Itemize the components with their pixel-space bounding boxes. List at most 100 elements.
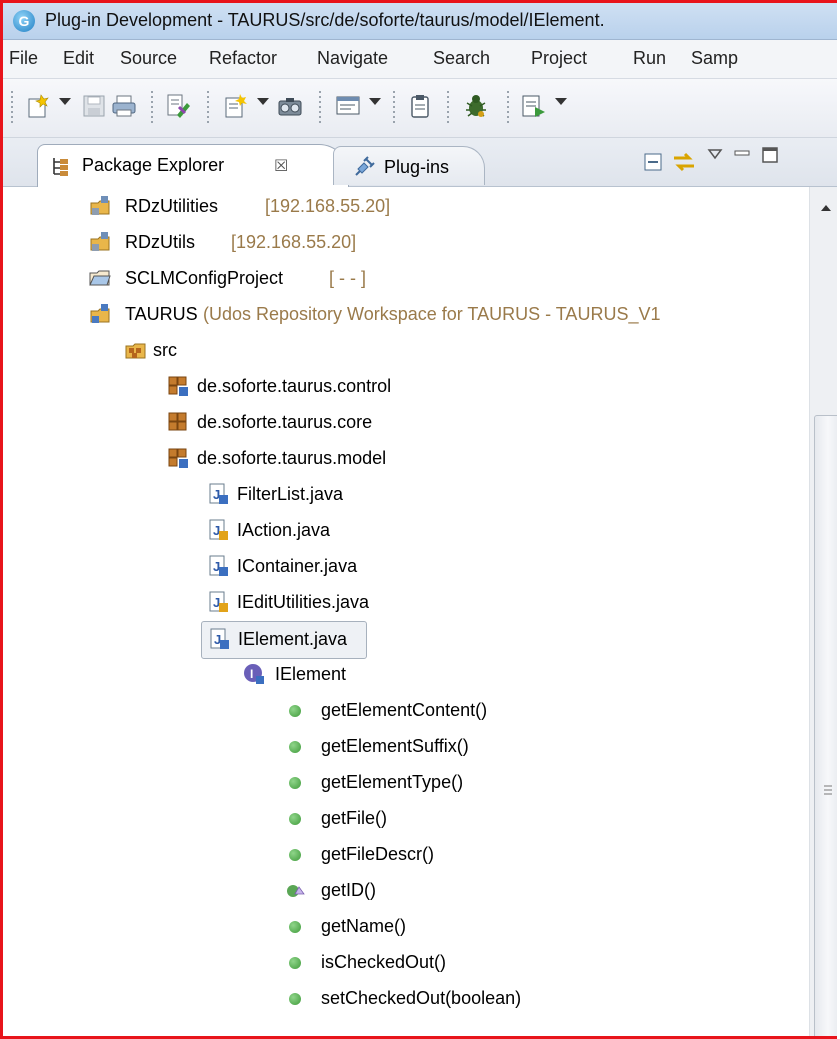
new-java-icon[interactable]: [223, 93, 249, 119]
tree-item-label: IAction.java: [237, 520, 331, 540]
maximize-icon[interactable]: [761, 146, 779, 164]
scrollbar-thumb[interactable]: [814, 415, 837, 1036]
minimize-icon[interactable]: [733, 148, 751, 158]
tree-item-method[interactable]: getElementSuffix(): [283, 729, 683, 765]
tree-item-method[interactable]: getFile(): [283, 801, 683, 837]
screenshot-frame: G Plug-in Development - TAURUS/src/de/so…: [0, 0, 837, 1039]
toolbar-separator: [151, 91, 153, 123]
toolbar-separator: [447, 91, 449, 123]
tree-item-label: getFileDescr(): [321, 844, 435, 864]
tree-item-method[interactable]: isCheckedOut(): [283, 945, 683, 981]
tree-item-method[interactable]: getFileDescr(): [283, 837, 683, 873]
svg-text:I: I: [250, 667, 253, 681]
tree-item-label: de.soforte.taurus.core: [197, 412, 373, 432]
tree-item-label: IContainer.java: [237, 556, 358, 576]
camera-icon[interactable]: [277, 93, 303, 119]
toolbar-separator: [207, 91, 209, 123]
tree-item-label: RDzUtilities: [125, 196, 219, 216]
bug-icon[interactable]: [463, 93, 489, 119]
tree-item-icontainer[interactable]: J IContainer.java: [203, 549, 503, 585]
menu-source[interactable]: Source: [120, 48, 177, 69]
print-icon[interactable]: [111, 93, 137, 119]
console-icon[interactable]: [335, 93, 361, 119]
tree-item-label: getElementContent(): [321, 700, 488, 720]
tab-package-explorer-label: Package Explorer: [82, 155, 225, 175]
new-java-dropdown-arrow[interactable]: [257, 98, 269, 105]
java-file-icon: J: [209, 519, 228, 540]
tree-item-rdzutils[interactable]: RDzUtils [192.168.55.20]: [83, 225, 783, 261]
menu-navigate[interactable]: Navigate: [317, 48, 388, 69]
tree-item-iaction[interactable]: J IAction.java: [203, 513, 503, 549]
source-folder-icon: [125, 343, 146, 359]
collapse-all-icon[interactable]: [643, 152, 663, 172]
tree-item-label: IEditUtilities.java: [237, 592, 370, 612]
menu-samples[interactable]: Samp: [691, 48, 738, 69]
menu-run[interactable]: Run: [633, 48, 666, 69]
eclipse-app-icon: G: [13, 10, 35, 32]
tree-item-package-model[interactable]: de.soforte.taurus.model: [163, 441, 663, 477]
vertical-scrollbar[interactable]: [809, 187, 837, 1036]
tree-item-decoration: (Udos Repository Workspace for TAURUS - …: [203, 304, 661, 324]
link-with-editor-icon[interactable]: [671, 150, 697, 174]
menu-search[interactable]: Search: [433, 48, 490, 69]
new-dropdown-arrow[interactable]: [59, 98, 71, 105]
tree-item-decoration: [192.168.55.20]: [231, 232, 357, 252]
tree-item-src[interactable]: src: [119, 333, 419, 369]
tree-item-label: getElementSuffix(): [321, 736, 469, 756]
tree-item-ielement-interface[interactable]: I IElement: [241, 657, 541, 693]
menu-refactor[interactable]: Refactor: [209, 48, 277, 69]
scroll-up-icon[interactable]: [819, 203, 833, 213]
tree-item-ielement-java[interactable]: J IElement.java: [201, 621, 367, 659]
menu-edit[interactable]: Edit: [63, 48, 94, 69]
title-bar: G Plug-in Development - TAURUS/src/de/so…: [3, 3, 837, 40]
toolbar-separator: [319, 91, 321, 123]
console-dropdown-arrow[interactable]: [369, 98, 381, 105]
tree-item-method[interactable]: getElementType(): [283, 765, 683, 801]
tree-item-label: IElement.java: [238, 629, 348, 649]
tree-item-method[interactable]: setCheckedOut(boolean): [283, 981, 683, 1017]
plug-ins-icon: [355, 156, 375, 176]
marker-icon[interactable]: [165, 93, 191, 119]
main-toolbar: [3, 79, 837, 138]
view-menu-icon[interactable]: [707, 148, 723, 160]
tab-plug-ins-label: Plug-ins: [384, 157, 450, 177]
tree-item-iedit-utilities[interactable]: J IEditUtilities.java: [203, 585, 503, 621]
external-tools-icon[interactable]: [521, 93, 547, 119]
interface-icon: I: [244, 664, 264, 684]
tree-item-label: IElement: [275, 664, 347, 684]
tree-item-taurus[interactable]: TAURUS (Udos Repository Workspace for TA…: [83, 297, 809, 333]
tree-item-filterlist[interactable]: J FilterList.java: [203, 477, 503, 513]
tree-item-method[interactable]: getName(): [283, 909, 683, 945]
tree-item-label: getID(): [321, 880, 377, 900]
folder-project-icon: [89, 270, 111, 286]
java-file-icon: J: [210, 628, 229, 649]
package-icon: [168, 448, 188, 468]
tree-item-label: de.soforte.taurus.control: [197, 376, 392, 396]
close-icon[interactable]: ☒: [274, 156, 288, 176]
tree-item-package-control[interactable]: de.soforte.taurus.control: [163, 369, 663, 405]
tree-item-package-core[interactable]: de.soforte.taurus.core: [163, 405, 663, 441]
remote-project-icon: [90, 232, 110, 251]
tab-package-explorer[interactable]: Package Explorer ☒: [37, 144, 349, 187]
tree-item-label: SCLMConfigProject: [125, 268, 284, 288]
menu-file[interactable]: File: [9, 48, 38, 69]
package-icon: [168, 412, 187, 431]
save-icon[interactable]: [81, 93, 107, 119]
method-icon: [289, 957, 301, 969]
tree-item-sclmconfigproject[interactable]: SCLMConfigProject [ - - ]: [83, 261, 783, 297]
repository-project-icon: [90, 304, 110, 323]
tree-item-method[interactable]: getElementContent(): [283, 693, 683, 729]
menu-project[interactable]: Project: [531, 48, 587, 69]
external-tools-dropdown-arrow[interactable]: [555, 98, 567, 105]
tree-item-label: setCheckedOut(boolean): [321, 988, 522, 1008]
clipboard-icon[interactable]: [407, 93, 433, 119]
tree-item-method[interactable]: getID(): [283, 873, 683, 909]
new-wizard-icon[interactable]: [25, 93, 51, 119]
method-icon: [289, 849, 301, 861]
grip-icon: [824, 785, 832, 795]
menu-bar: File Edit Source Refactor Navigate Searc…: [3, 40, 837, 79]
method-icon: [289, 705, 301, 717]
window-title: Plug-in Development - TAURUS/src/de/sofo…: [45, 10, 605, 30]
tree-item-rdzutilities[interactable]: RDzUtilities [192.168.55.20]: [83, 189, 783, 225]
tab-plug-ins[interactable]: Plug-ins: [333, 146, 485, 185]
